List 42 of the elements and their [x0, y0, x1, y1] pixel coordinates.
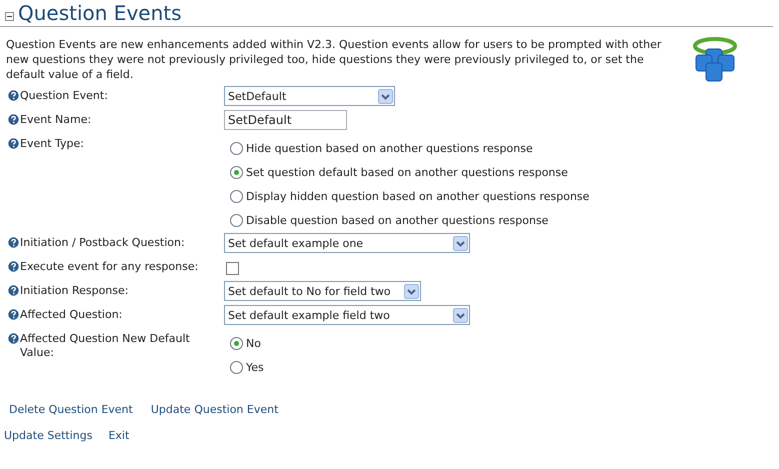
- help-icon[interactable]: [8, 138, 19, 149]
- radio-button[interactable]: [230, 214, 243, 226]
- help-icon[interactable]: [8, 90, 19, 101]
- help-icon[interactable]: [8, 333, 19, 344]
- field-label: Execute event for any response:: [20, 260, 200, 274]
- field-label: Initiation / Postback Question:: [20, 236, 186, 250]
- field-label: Event Type:: [20, 137, 85, 151]
- dropdown[interactable]: Set default example one: [224, 233, 470, 253]
- field-label: Event Name:: [20, 113, 92, 127]
- field-label: Affected Question New Default Value:: [20, 332, 191, 360]
- dropdown[interactable]: Set default example field two: [224, 305, 470, 325]
- radio-button[interactable]: [230, 336, 243, 350]
- collapse-toggle[interactable]: [5, 12, 14, 20]
- radio-label: Hide question based on another questions response: [246, 142, 533, 154]
- text-field[interactable]: SetDefault: [224, 110, 347, 130]
- radio-label: Yes: [246, 360, 264, 374]
- radio-button[interactable]: [230, 190, 243, 202]
- radio-button[interactable]: [230, 360, 243, 374]
- database-sync-icon: [692, 37, 738, 83]
- radio-label: Disable question based on another questions response: [246, 214, 548, 226]
- field-label: Affected Question:: [20, 308, 124, 322]
- radio-label: Display hidden question based on another questions response: [246, 190, 590, 202]
- radio-button[interactable]: [230, 142, 243, 154]
- field-label: Initiation Response:: [20, 284, 130, 298]
- field-label: Question Event:: [20, 89, 109, 103]
- help-icon[interactable]: [8, 237, 19, 248]
- help-icon[interactable]: [8, 261, 19, 272]
- help-icon[interactable]: [8, 285, 19, 296]
- dropdown[interactable]: SetDefault: [224, 86, 395, 106]
- footer-link[interactable]: Update Settings: [4, 429, 92, 442]
- checkbox[interactable]: [226, 262, 239, 275]
- help-icon[interactable]: [8, 114, 19, 125]
- footer-link[interactable]: Exit: [108, 429, 130, 442]
- section-title: Question Events: [18, 1, 182, 25]
- intro-text: Question Events are new enhancements added within V2.3. Question events allow for users to be prompted with other new questions they were not previously privileged too, hide questions they were previously privileged to, or set the default value of a field.: [6, 37, 662, 83]
- radio-label: Set question default based on another questions response: [246, 166, 568, 178]
- action-link[interactable]: Update Question Event: [150, 403, 278, 416]
- dropdown[interactable]: Set default to No for field two: [224, 281, 421, 301]
- radio-label: No: [246, 336, 261, 350]
- action-link[interactable]: Delete Question Event: [9, 403, 133, 416]
- help-icon[interactable]: [8, 309, 19, 320]
- radio-button[interactable]: [230, 166, 243, 178]
